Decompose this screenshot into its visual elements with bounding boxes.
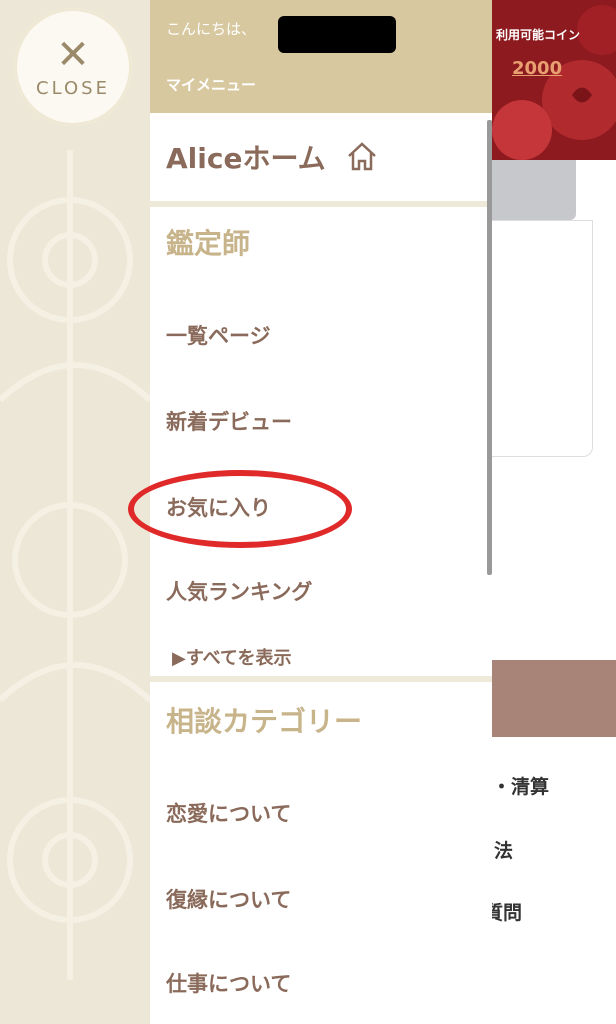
home-icon xyxy=(347,142,376,171)
menu-item-ranking[interactable]: 人気ランキング xyxy=(150,576,312,606)
redacted-username xyxy=(278,16,396,53)
menu-item-reunion[interactable]: 復縁について xyxy=(150,884,291,914)
section-title-readers: 鑑定師 xyxy=(166,227,251,260)
menu-item-new-debut[interactable]: 新着デビュー xyxy=(150,406,292,436)
menu-item-love[interactable]: 恋愛について xyxy=(150,798,291,828)
right-text-question[interactable]: 質問 xyxy=(492,898,522,925)
right-text-settlement[interactable]: ・清算 xyxy=(492,772,549,799)
home-link[interactable]: Aliceホーム xyxy=(150,113,492,207)
highlight-circle xyxy=(128,470,352,548)
menu-item-favorites[interactable]: お気に入り xyxy=(128,470,352,548)
menu-item-list[interactable]: 一覧ページ xyxy=(150,320,271,350)
section-divider xyxy=(150,676,492,682)
close-button[interactable]: ✕ CLOSE xyxy=(14,8,132,126)
greeting-text: こんにちは、 xyxy=(166,20,257,38)
rose-image xyxy=(492,5,616,160)
grey-bar xyxy=(492,160,576,220)
coin-banner: 利用可能コイン 2000 xyxy=(492,0,616,160)
section-title-categories: 相談カテゴリー xyxy=(166,705,363,738)
menu-header: こんにちは、 マイメニュー xyxy=(150,0,492,113)
close-icon: ✕ xyxy=(56,31,90,78)
side-menu: こんにちは、 マイメニュー Aliceホーム 鑑定師 一覧ページ 新着デビュー … xyxy=(128,0,492,1024)
home-label: Aliceホーム xyxy=(166,142,326,175)
coin-value[interactable]: 2000 xyxy=(512,58,562,79)
underlying-page: 利用可能コイン 2000 ・清算 法 質問 xyxy=(492,0,616,1024)
show-all-link[interactable]: ▶すべてを表示 xyxy=(172,644,292,670)
coin-label: 利用可能コイン xyxy=(496,28,581,42)
mymenu-label: マイメニュー xyxy=(166,76,257,94)
menu-item-work[interactable]: 仕事について xyxy=(150,968,291,998)
brown-band xyxy=(492,660,616,737)
card-outline xyxy=(492,220,593,457)
close-label: CLOSE xyxy=(36,77,110,99)
right-text-method[interactable]: 法 xyxy=(494,836,513,863)
